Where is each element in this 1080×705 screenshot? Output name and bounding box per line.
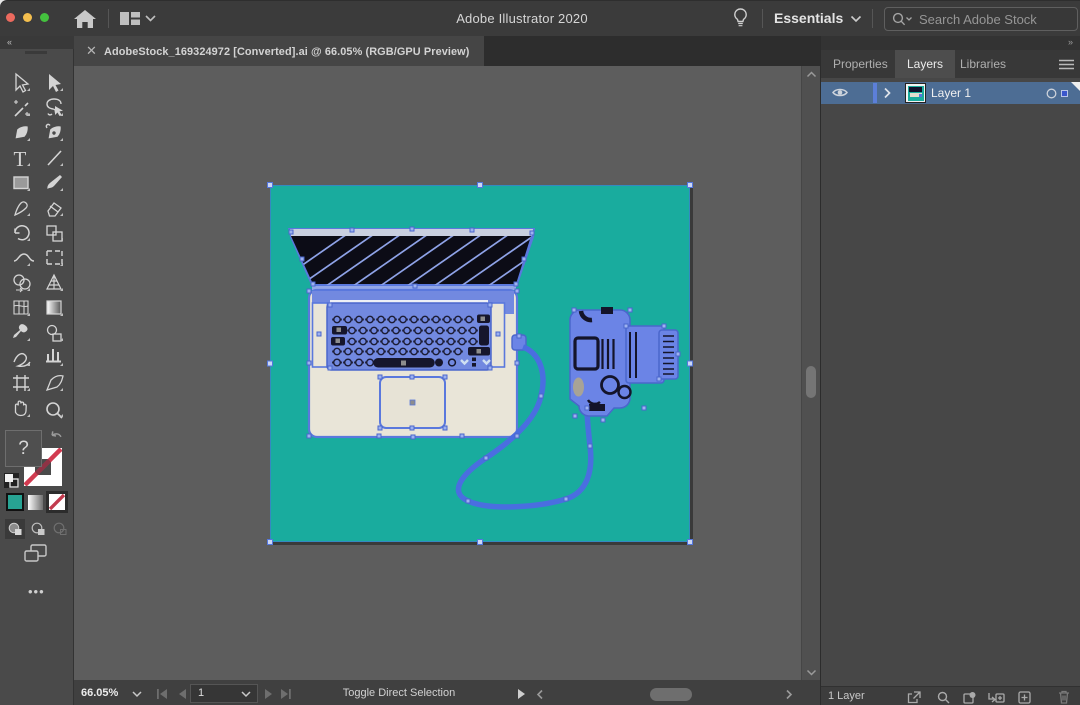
svg-text:T: T [14,147,27,171]
